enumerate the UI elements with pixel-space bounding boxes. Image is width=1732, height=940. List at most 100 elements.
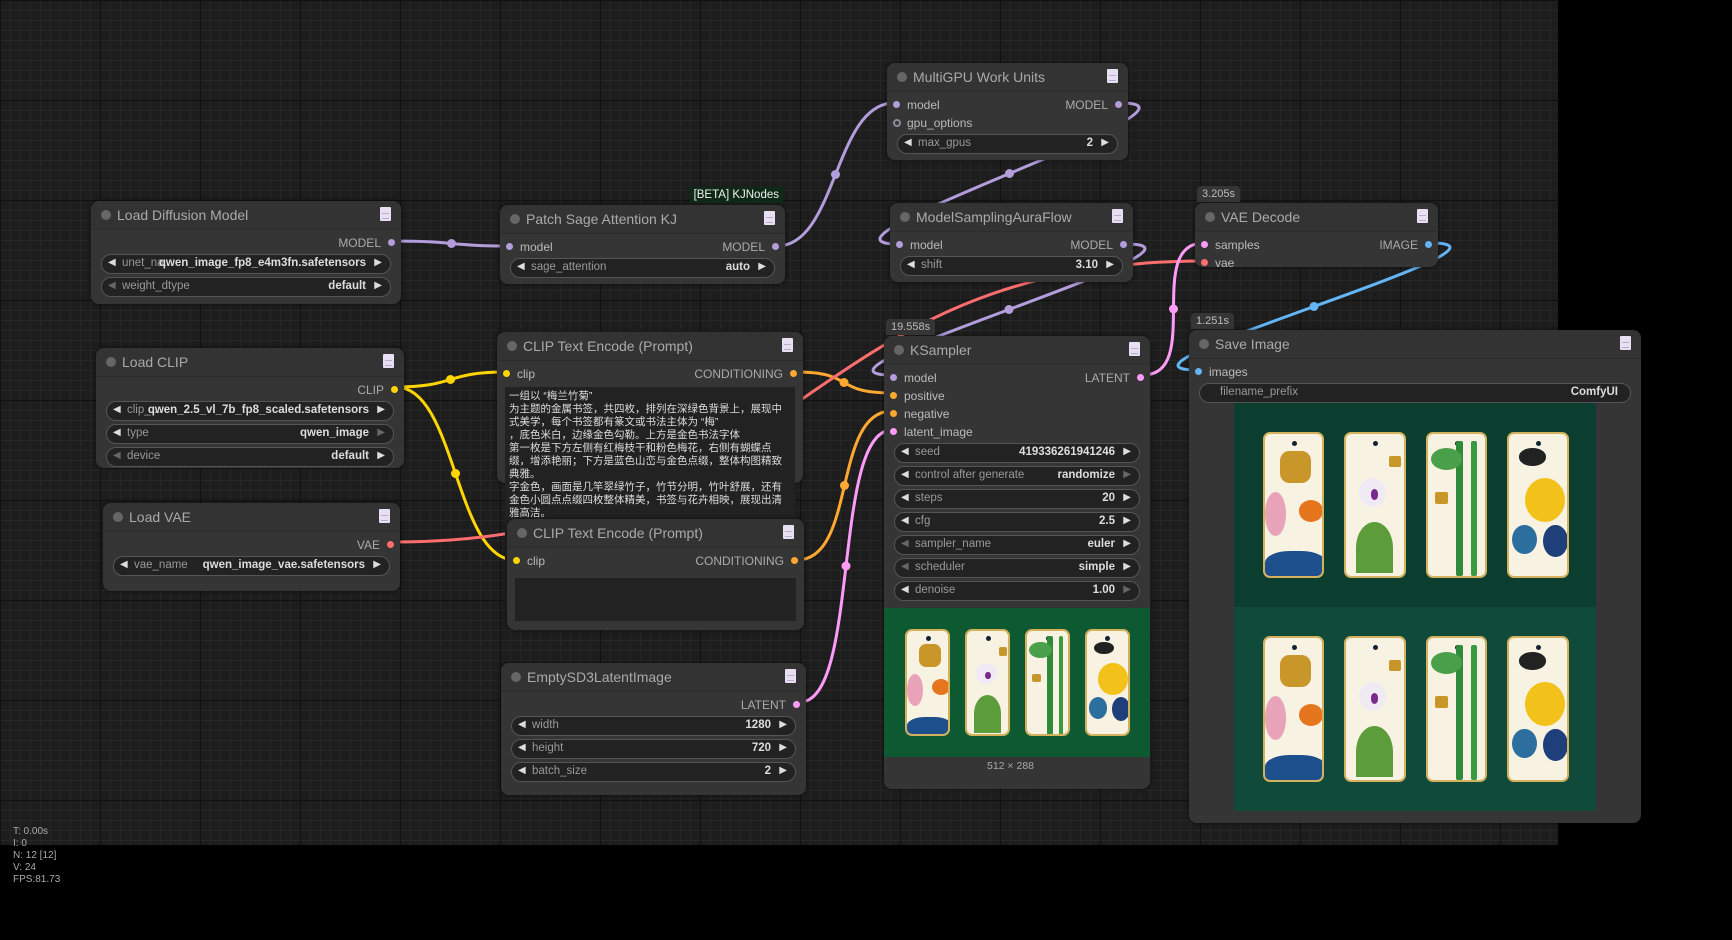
increment-arrow-icon[interactable]: ▶ (779, 742, 787, 753)
widget-unet-na[interactable]: ◀ ▶ unet_na... qwen_image_fp8_e4m3fn.safete… (101, 254, 391, 274)
node-header[interactable]: EmptySD3LatentImage (501, 663, 806, 692)
output-slot-latent[interactable] (793, 701, 800, 708)
collapse-dot-icon[interactable] (1199, 339, 1209, 349)
widget-device[interactable]: ◀ ▶ device default (106, 447, 394, 467)
collapse-dot-icon[interactable] (507, 341, 517, 351)
node-header[interactable]: ModelSamplingAuraFlow (890, 203, 1133, 232)
increment-arrow-icon[interactable]: ▶ (374, 280, 382, 291)
node-doc-icon[interactable] (1107, 69, 1118, 83)
collapse-dot-icon[interactable] (517, 528, 527, 538)
input-slot-model[interactable] (890, 374, 897, 381)
increment-arrow-icon[interactable]: ▶ (1123, 561, 1131, 572)
increment-arrow-icon[interactable]: ▶ (1123, 538, 1131, 549)
preview-image[interactable] (884, 608, 1150, 757)
decrement-arrow-icon[interactable]: ◀ (113, 450, 121, 461)
output-slot-clip[interactable] (391, 386, 398, 393)
increment-arrow-icon[interactable]: ▶ (779, 765, 787, 776)
input-slot-images[interactable] (1195, 368, 1202, 375)
widget-controlaftergenerate[interactable]: ◀ ▶ control after generate randomize (894, 466, 1140, 486)
decrement-arrow-icon[interactable]: ◀ (901, 584, 909, 595)
widget-sampler-name[interactable]: ◀ ▶ sampler_name euler (894, 535, 1140, 555)
collapse-dot-icon[interactable] (101, 210, 111, 220)
collapse-dot-icon[interactable] (1205, 212, 1215, 222)
node-patch-sage-attention[interactable]: Patch Sage Attention KJ model MODEL ◀ ▶ sage_… (500, 187, 785, 284)
node-doc-icon[interactable] (783, 525, 794, 539)
output-slot-model[interactable] (1120, 241, 1127, 248)
widget-denoise[interactable]: ◀ ▶ denoise 1.00 (894, 581, 1140, 601)
increment-arrow-icon[interactable]: ▶ (377, 427, 385, 438)
node-doc-icon[interactable] (785, 669, 796, 683)
node-model-sampling-auraflow[interactable]: ModelSamplingAuraFlow model MODEL ◀ ▶ shift 3.… (890, 203, 1133, 282)
node-doc-icon[interactable] (380, 207, 391, 221)
node-load-clip[interactable]: Load CLIP CLIP ◀ ▶ clip_... qwen_2.5_vl_7b_fp… (96, 348, 404, 468)
node-header[interactable]: Save Image (1189, 330, 1641, 359)
output-slot-conditioning[interactable] (791, 557, 798, 564)
node-doc-icon[interactable] (782, 338, 793, 352)
node-header[interactable]: MultiGPU Work Units (887, 63, 1128, 92)
input-slot-clip[interactable] (503, 370, 510, 377)
input-slot-model[interactable] (506, 243, 513, 250)
output-slot-model[interactable] (388, 239, 395, 246)
decrement-arrow-icon[interactable]: ◀ (517, 261, 525, 272)
collapse-dot-icon[interactable] (113, 512, 123, 522)
input-slot-samples[interactable] (1201, 241, 1208, 248)
output-slot-model[interactable] (1115, 101, 1122, 108)
node-clip-text-encode-negative[interactable]: CLIP Text Encode (Prompt) clip CONDITIONIN… (507, 519, 804, 630)
output-slot-model[interactable] (772, 243, 779, 250)
decrement-arrow-icon[interactable]: ◀ (901, 446, 909, 457)
node-header[interactable]: Load VAE (103, 503, 400, 532)
widget-cfg[interactable]: ◀ ▶ cfg 2.5 (894, 512, 1140, 532)
decrement-arrow-icon[interactable]: ◀ (901, 515, 909, 526)
widget-height[interactable]: ◀ ▶ height 720 (511, 739, 796, 759)
input-slot-clip[interactable] (513, 557, 520, 564)
widget-shift[interactable]: ◀ ▶ shift 3.10 (900, 256, 1123, 276)
widget-weight-dtype[interactable]: ◀ ▶ weight_dtype default (101, 277, 391, 297)
increment-arrow-icon[interactable]: ▶ (1123, 492, 1131, 503)
node-header[interactable]: Load CLIP (96, 348, 404, 377)
increment-arrow-icon[interactable]: ▶ (1123, 469, 1131, 480)
node-header[interactable]: CLIP Text Encode (Prompt) (507, 519, 804, 548)
prompt-textarea[interactable] (515, 578, 796, 621)
output-image-1[interactable] (1234, 403, 1596, 607)
increment-arrow-icon[interactable]: ▶ (1106, 259, 1114, 270)
node-doc-icon[interactable] (1129, 342, 1140, 356)
increment-arrow-icon[interactable]: ▶ (758, 261, 766, 272)
node-header[interactable]: CLIP Text Encode (Prompt) (497, 332, 803, 361)
widget-batch-size[interactable]: ◀ ▶ batch_size 2 (511, 762, 796, 782)
output-slot-image[interactable] (1425, 241, 1432, 248)
widget-max-gpus[interactable]: ◀ ▶ max_gpus 2 (897, 134, 1118, 154)
increment-arrow-icon[interactable]: ▶ (1123, 446, 1131, 457)
node-multigpu-work-units[interactable]: MultiGPU Work Units model MODEL gpu_options… (887, 63, 1128, 160)
widget-type[interactable]: ◀ ▶ type qwen_image (106, 424, 394, 444)
input-slot-latent_image[interactable] (890, 428, 897, 435)
node-load-vae[interactable]: Load VAE VAE ◀ ▶ vae_name qwen_image_vae.safe… (103, 503, 400, 591)
collapse-dot-icon[interactable] (511, 672, 521, 682)
increment-arrow-icon[interactable]: ▶ (1123, 584, 1131, 595)
decrement-arrow-icon[interactable]: ◀ (113, 427, 121, 438)
node-doc-icon[interactable] (379, 509, 390, 523)
node-doc-icon[interactable] (1112, 209, 1123, 223)
input-slot-model[interactable] (896, 241, 903, 248)
decrement-arrow-icon[interactable]: ◀ (120, 559, 128, 570)
node-header[interactable]: Patch Sage Attention KJ (500, 205, 785, 234)
input-slot-gpu_options[interactable] (893, 119, 901, 127)
node-empty-sd3-latent-image[interactable]: EmptySD3LatentImage LATENT ◀ ▶ width 1280 ◀ ▶ he… (501, 663, 806, 795)
increment-arrow-icon[interactable]: ▶ (373, 559, 381, 570)
widget-width[interactable]: ◀ ▶ width 1280 (511, 716, 796, 736)
increment-arrow-icon[interactable]: ▶ (779, 719, 787, 730)
decrement-arrow-icon[interactable]: ◀ (901, 561, 909, 572)
node-header[interactable]: KSampler (884, 336, 1150, 365)
widget-clip-[interactable]: ◀ ▶ clip_... qwen_2.5_vl_7b_fp8_scaled.safe… (106, 401, 394, 421)
increment-arrow-icon[interactable]: ▶ (377, 450, 385, 461)
increment-arrow-icon[interactable]: ▶ (1123, 515, 1131, 526)
increment-arrow-icon[interactable]: ▶ (1101, 137, 1109, 148)
widget-seed[interactable]: ◀ ▶ seed 419336261941246 (894, 443, 1140, 463)
decrement-arrow-icon[interactable]: ◀ (907, 259, 915, 270)
decrement-arrow-icon[interactable]: ◀ (901, 538, 909, 549)
decrement-arrow-icon[interactable]: ◀ (901, 492, 909, 503)
widget-steps[interactable]: ◀ ▶ steps 20 (894, 489, 1140, 509)
node-doc-icon[interactable] (764, 211, 775, 225)
increment-arrow-icon[interactable]: ▶ (374, 257, 382, 268)
decrement-arrow-icon[interactable]: ◀ (113, 404, 121, 415)
node-header[interactable]: Load Diffusion Model (91, 201, 401, 230)
